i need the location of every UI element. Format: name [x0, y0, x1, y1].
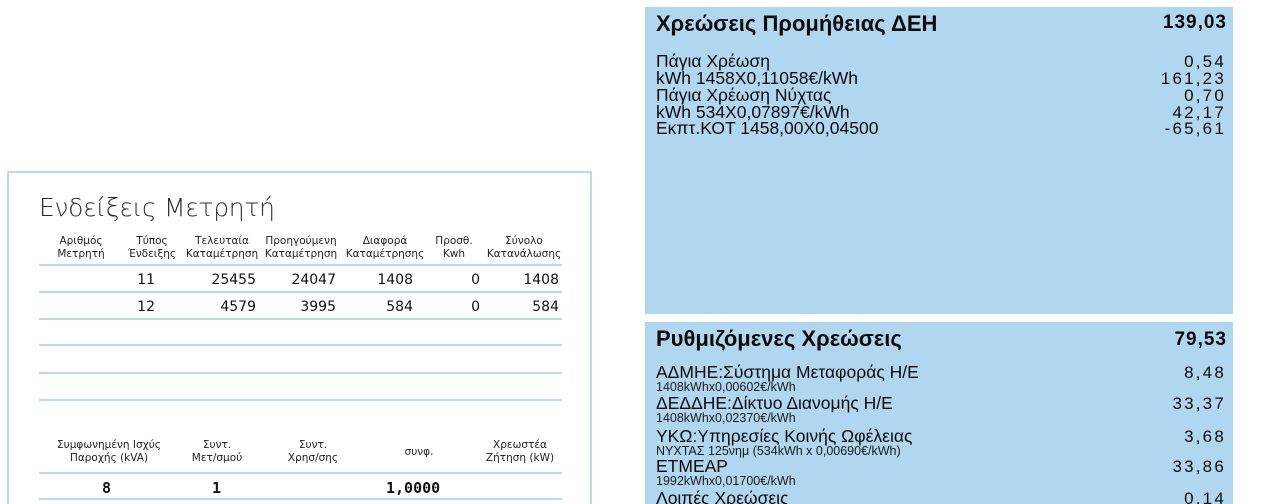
header-reading-difference: Διαφορά Καταμέτρησης: [345, 235, 425, 260]
regulated-line-label: ΔΕΔΔΗΕ:Δίκτυο Διανομής Η/Ε: [656, 393, 893, 413]
power-factor-value: 1,0000: [386, 479, 441, 497]
row2-total: 584: [532, 299, 559, 315]
regulated-charges-panel: Ρυθμιζόμενες Χρεώσεις 79,53 ΑΔΜΗΕ:Σύστημ…: [645, 322, 1233, 504]
row2-diff: 584: [386, 299, 413, 315]
row1-diff: 1408: [377, 272, 413, 288]
regulated-line-label: ΕΤΜΕΑΡ: [656, 456, 728, 476]
row-divider: [39, 318, 562, 320]
row1-previous: 24047: [291, 272, 336, 288]
header-power-factor: συνφ.: [404, 446, 434, 458]
row-divider: [39, 372, 562, 374]
row2-last: 4579: [220, 299, 256, 315]
header-previous-reading: Προηγούμενη Καταμέτρηση: [264, 235, 338, 260]
row1-last: 25455: [211, 272, 256, 288]
meter-readings-panel: Ενδείξεις Μετρητή Αριθμός Μετρητή Τύπος Έν…: [7, 171, 592, 504]
supply-line-value: 0,70: [1184, 86, 1226, 105]
header-reading-type: Τύπος Ένδειξης: [127, 235, 177, 260]
row1-type: 11: [137, 272, 155, 288]
supply-line-value: 161,23: [1160, 69, 1226, 88]
table-divider: [39, 264, 562, 266]
supply-line-value: -65,61: [1164, 119, 1226, 138]
supply-line-value: 0,54: [1184, 52, 1226, 71]
supply-charges-total: 139,03: [1162, 12, 1227, 33]
contract-divider: [39, 498, 562, 500]
regulated-line-label: ΑΔΜΗΕ:Σύστημα Μεταφοράς Η/Ε: [656, 362, 919, 382]
header-last-reading: Τελευταία Καταμέτρηση: [185, 235, 259, 260]
header-total-consumption: Σύνολο Κατανάλωσης: [486, 235, 562, 260]
row-divider: [39, 291, 562, 293]
regulated-line-value: 3,68: [1184, 427, 1226, 446]
row-divider: [39, 399, 562, 401]
row1-total: 1408: [523, 272, 559, 288]
row2-type: 12: [137, 299, 155, 315]
regulated-line-value: 0,14: [1184, 489, 1226, 504]
contract-power-value: 8: [102, 479, 112, 497]
supply-charges-panel: Χρεώσεις Προμήθειας ΔΕΗ 139,03 Πάγια Χρέ…: [645, 7, 1233, 314]
regulated-line-label: Λοιπές Χρεώσεις: [656, 488, 789, 504]
row2-extra: 0: [471, 299, 480, 315]
header-billable-demand: Χρεωστέα Ζήτηση (kW): [485, 439, 555, 464]
row-divider: [39, 344, 562, 346]
supply-line-label: Εκπτ.ΚΟΤ 1458,00X0,04500: [656, 118, 879, 138]
meter-readings-title: Ενδείξεις Μετρητή: [39, 193, 275, 222]
header-extra-kwh: Προσθ. Kwh: [435, 235, 473, 260]
regulated-line-value: 33,86: [1172, 457, 1226, 476]
regulated-line-label: ΥΚΩ:Υπηρεσίες Κοινής Ωφέλειας: [656, 426, 913, 446]
header-contract-power: Συμφωνημένη Ισχύς Παροχής (kVA): [57, 439, 161, 464]
contract-divider: [39, 472, 562, 474]
header-meter-factor: Συντ. Μετ/σμού: [191, 439, 243, 464]
supply-charges-title: Χρεώσεις Προμήθειας ΔΕΗ: [656, 11, 938, 36]
regulated-line-detail: 1992kWhx0,01700€/kWh: [656, 474, 796, 488]
meter-factor-value: 1: [212, 479, 222, 497]
row1-extra: 0: [471, 272, 480, 288]
regulated-line-detail: 1408kWhx0,02370€/kWh: [656, 411, 796, 425]
header-usage-factor: Συντ. Χρησ/σης: [287, 439, 339, 464]
regulated-charges-title: Ρυθμιζόμενες Χρεώσεις: [656, 326, 902, 351]
header-meter-number: Αριθμός Μετρητή: [57, 235, 105, 260]
regulated-line-value: 8,48: [1184, 363, 1226, 382]
regulated-charges-total: 79,53: [1174, 329, 1227, 350]
regulated-line-value: 33,37: [1172, 394, 1226, 413]
row2-previous: 3995: [300, 299, 336, 315]
